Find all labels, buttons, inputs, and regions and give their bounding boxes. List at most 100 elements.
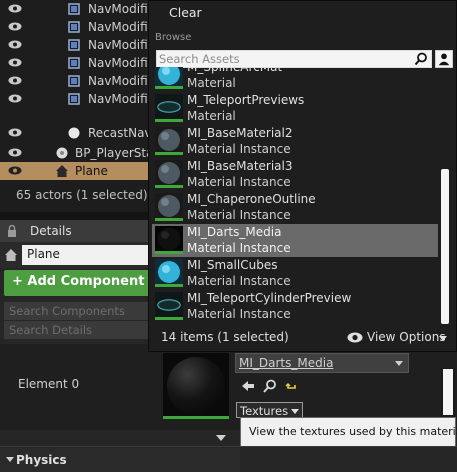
outliner-row[interactable]: NavModifie xyxy=(0,90,160,108)
world-outliner: NavModifie NavModifie NavModifie NavModifie… xyxy=(0,0,160,212)
textures-button[interactable]: Textures xyxy=(236,402,304,418)
clear-menu-item[interactable]: Clear xyxy=(169,5,202,20)
visibility-eye-icon[interactable] xyxy=(8,40,22,49)
material-preview-icon xyxy=(155,160,183,188)
asset-type-color-bar xyxy=(155,317,183,320)
outliner-row-label: BP_PlayerSta xyxy=(75,146,154,160)
asset-list-item[interactable]: M_SplineArcMat Material xyxy=(152,67,438,92)
asset-name: MI_Darts_Media xyxy=(187,225,282,239)
asset-type: Material xyxy=(187,109,236,123)
material-thumbnail[interactable] xyxy=(163,353,229,419)
chevron-down-icon xyxy=(291,409,300,414)
nav-modifier-volume-icon xyxy=(68,3,80,15)
textures-tooltip: View the textures used by this material xyxy=(240,417,457,447)
visibility-eye-icon[interactable] xyxy=(8,58,22,67)
asset-list-item[interactable]: MI_BaseMaterial3 Material Instance xyxy=(152,158,438,191)
visibility-eye-icon[interactable] xyxy=(8,94,22,103)
visibility-eye-icon[interactable] xyxy=(8,76,22,85)
asset-list-item[interactable]: MI_ChaperoneOutline Material Instance xyxy=(152,191,438,224)
use-selected-arrow-icon[interactable] xyxy=(240,378,256,394)
actor-house-icon xyxy=(56,165,68,177)
asset-list-item[interactable]: M_TeleportPreviews Material xyxy=(152,92,438,125)
visibility-eye-icon[interactable] xyxy=(8,4,22,13)
outliner-row-label: NavModifie xyxy=(88,56,156,70)
material-preview-icon xyxy=(155,259,183,287)
visibility-eye-icon[interactable] xyxy=(8,148,22,157)
panel-divider xyxy=(0,212,160,220)
asset-picker-footer: 14 items (1 selected) View Options xyxy=(149,327,456,351)
asset-list: M_SplineArcMat Material M_TeleportPreviews… xyxy=(152,67,438,325)
outliner-row[interactable]: NavModifie xyxy=(0,54,160,72)
outliner-row-label: Plane xyxy=(75,164,108,178)
actor-house-icon xyxy=(5,249,17,261)
nav-modifier-volume-icon xyxy=(68,57,80,69)
asset-type-color-bar xyxy=(155,284,183,287)
asset-type-color-bar xyxy=(155,251,183,254)
asset-list-item[interactable]: MI_SmallCubes Material Instance xyxy=(152,257,438,290)
material-combo-box[interactable]: MI_Darts_Media xyxy=(235,353,409,373)
actor-name-field[interactable]: Plane xyxy=(22,245,160,265)
search-icon xyxy=(414,52,427,66)
tab-details[interactable]: Details xyxy=(0,220,160,242)
expand-advanced-arrow-icon[interactable] xyxy=(216,435,226,441)
asset-name: MI_BaseMaterial3 xyxy=(187,159,293,173)
outliner-row[interactable]: Plane xyxy=(0,162,160,180)
nav-modifier-volume-icon xyxy=(68,75,80,87)
asset-type-color-bar xyxy=(155,152,183,155)
player-start-icon xyxy=(56,147,68,159)
material-type-bar xyxy=(163,416,229,419)
asset-type: Material Instance xyxy=(187,274,291,288)
asset-name: MI_BaseMaterial2 xyxy=(187,126,293,140)
asset-type: Material Instance xyxy=(187,241,291,255)
outliner-row[interactable]: NavModifie xyxy=(0,0,160,18)
asset-type-color-bar xyxy=(155,185,183,188)
asset-thumbnail xyxy=(155,67,183,89)
outliner-row-label: NavModifie xyxy=(88,38,156,52)
browse-section-header: Browse xyxy=(155,32,192,43)
material-tools xyxy=(240,378,310,394)
visibility-eye-icon[interactable] xyxy=(8,128,22,137)
search-components-input[interactable]: Search Components xyxy=(4,302,154,320)
visibility-eye-icon[interactable] xyxy=(8,22,22,31)
outliner-row-label: NavModifie xyxy=(88,74,156,88)
asset-list-scrollbar-thumb[interactable] xyxy=(441,169,449,324)
asset-thumbnail xyxy=(155,292,183,320)
asset-count-label: 14 items (1 selected) xyxy=(161,330,289,344)
nav-modifier-volume-icon xyxy=(68,93,80,105)
details-scrollbar-thumb[interactable] xyxy=(443,369,453,415)
asset-name: MI_SmallCubes xyxy=(187,258,278,272)
outliner-row-label: NavModifie xyxy=(88,2,156,16)
actor-name-row: Plane xyxy=(0,242,160,268)
asset-list-item[interactable]: MI_Darts_Media Material Instance xyxy=(152,224,438,257)
asset-list-item[interactable]: MI_TeleportCylinderPreview Material Insta… xyxy=(152,290,438,323)
asset-name: M_SplineArcMat xyxy=(187,67,283,74)
outliner-row[interactable]: NavModifie xyxy=(0,36,160,54)
sphere-icon xyxy=(68,127,80,139)
add-component-label: + Add Component xyxy=(12,274,145,289)
asset-search-input[interactable] xyxy=(159,51,411,67)
actor-count-label: 65 actors (1 selected) xyxy=(16,188,148,202)
asset-thumbnail xyxy=(155,193,183,221)
outliner-row[interactable]: NavModifie xyxy=(0,18,160,36)
asset-picker-popup: Clear Browse M_SplineArcMatMaterialM_Tel… xyxy=(148,0,457,352)
visibility-eye-icon[interactable] xyxy=(8,166,22,175)
outliner-row[interactable]: BP_PlayerSta xyxy=(0,144,160,162)
collapse-arrow-icon xyxy=(6,457,14,462)
filter-user-button[interactable] xyxy=(435,50,453,68)
outliner-row[interactable]: NavModifie xyxy=(0,72,160,90)
category-physics[interactable]: Physics xyxy=(0,448,240,472)
asset-search-box[interactable] xyxy=(156,50,432,68)
reset-to-default-icon[interactable] xyxy=(284,378,300,394)
add-component-button[interactable]: + Add Component xyxy=(4,270,161,296)
search-details-input[interactable]: Search Details xyxy=(4,321,154,339)
material-sphere-preview xyxy=(167,357,225,415)
chevron-down-icon xyxy=(439,336,447,341)
browse-magnifier-icon[interactable] xyxy=(262,378,278,394)
asset-thumbnail xyxy=(155,127,183,155)
outliner-row[interactable]: RecastNavM xyxy=(0,124,160,142)
physics-category-label: Physics xyxy=(16,453,67,467)
asset-list-item[interactable]: MI_BaseMaterial2 Material Instance xyxy=(152,125,438,158)
asset-type: Material Instance xyxy=(187,175,291,189)
view-options-label: View Options xyxy=(367,330,446,344)
material-preview-icon xyxy=(155,292,183,320)
